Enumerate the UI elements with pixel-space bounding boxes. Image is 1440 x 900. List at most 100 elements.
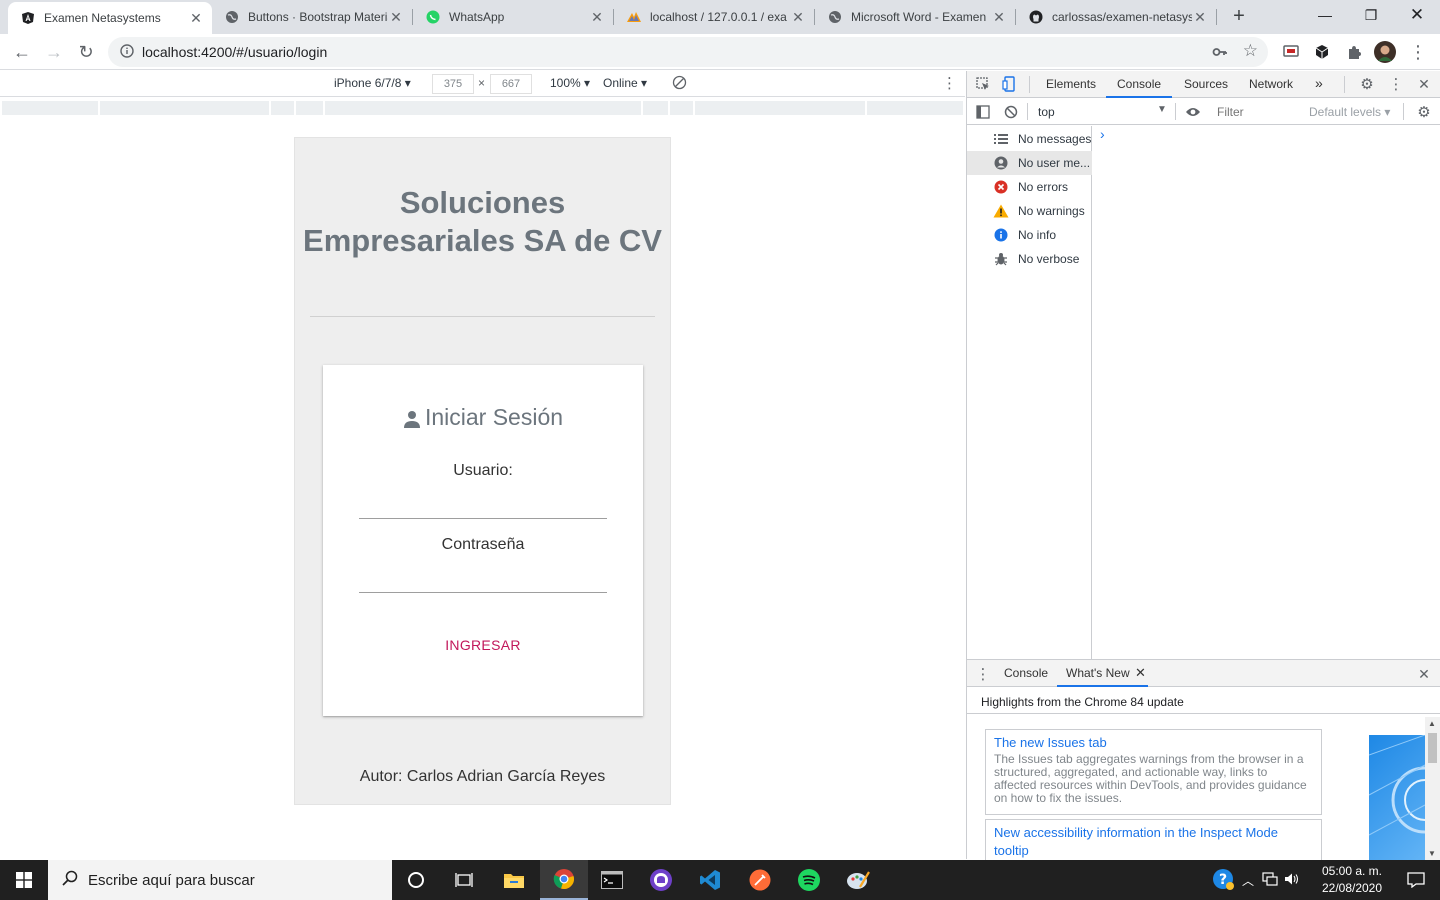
login-card: Iniciar Sesión Usuario: Contraseña INGRE… bbox=[323, 365, 643, 716]
extension-cube-icon[interactable] bbox=[1311, 41, 1333, 63]
tab-network[interactable]: Network bbox=[1249, 77, 1293, 91]
rotate-icon[interactable] bbox=[672, 75, 687, 93]
cast-icon[interactable] bbox=[1280, 41, 1302, 63]
device-mode-icon[interactable] bbox=[1001, 76, 1017, 92]
user-icon bbox=[992, 155, 1010, 171]
close-icon[interactable]: ✕ bbox=[589, 9, 605, 26]
sidebar-item-verbose[interactable]: No verbose bbox=[967, 247, 1092, 271]
user-input[interactable] bbox=[359, 491, 607, 519]
console-filter-input[interactable] bbox=[1217, 102, 1299, 122]
clear-console-icon[interactable] bbox=[1003, 104, 1019, 120]
chrome-icon[interactable] bbox=[540, 860, 588, 900]
sidebar-item-user-messages[interactable]: No user me... bbox=[967, 151, 1092, 175]
tab-github[interactable]: carlossas/examen-netasys ✕ bbox=[1016, 0, 1216, 34]
chevron-down-icon[interactable]: ▼ bbox=[1157, 104, 1167, 115]
console-prompt[interactable]: › bbox=[1100, 126, 1105, 142]
company-title: Soluciones Empresariales SA de CV bbox=[303, 185, 662, 258]
device-select[interactable]: iPhone 6/7/8 ▾ bbox=[334, 76, 411, 90]
close-icon[interactable]: ✕ bbox=[1135, 665, 1146, 681]
network-select[interactable]: Online ▾ bbox=[603, 76, 647, 90]
paint-icon[interactable] bbox=[834, 860, 882, 900]
tab-whatsapp[interactable]: WhatsApp ✕ bbox=[413, 0, 613, 34]
devtools-panel: Elements Console Sources Network » ⚙ ⋮ ✕… bbox=[966, 71, 1440, 869]
whats-new-card[interactable]: The new Issues tab The Issues tab aggreg… bbox=[985, 729, 1322, 815]
chevron-up-icon[interactable]: ︿ bbox=[1242, 872, 1254, 889]
spotify-icon[interactable] bbox=[785, 860, 833, 900]
cortana-icon[interactable] bbox=[392, 860, 440, 900]
login-panel: Soluciones Empresariales SA de CV Inicia… bbox=[294, 137, 671, 805]
divider bbox=[310, 316, 655, 317]
file-explorer-icon[interactable] bbox=[490, 860, 538, 900]
devtools-menu-icon[interactable]: ⋮ bbox=[1388, 76, 1404, 93]
back-icon[interactable]: ← bbox=[8, 38, 36, 66]
tab-buttons[interactable]: Buttons · Bootstrap Material ✕ bbox=[212, 0, 412, 34]
close-icon[interactable]: ✕ bbox=[188, 10, 204, 27]
devtools-close-icon[interactable]: ✕ bbox=[1416, 76, 1432, 92]
postman-icon[interactable] bbox=[736, 860, 784, 900]
device-height-input[interactable]: 667 bbox=[490, 74, 532, 94]
tab-examen[interactable]: Examen Netasystems ✕ bbox=[8, 2, 212, 34]
console-settings-icon[interactable]: ⚙ bbox=[1416, 104, 1432, 121]
sidebar-item-warnings[interactable]: No warnings bbox=[967, 199, 1092, 223]
task-view-icon[interactable] bbox=[440, 860, 488, 900]
help-icon[interactable]: ? bbox=[1212, 868, 1234, 893]
svg-text:?: ? bbox=[1219, 872, 1227, 888]
address-bar[interactable]: localhost:4200/#/usuario/login ☆ bbox=[108, 37, 1268, 67]
network-icon[interactable] bbox=[1262, 871, 1278, 889]
device-menu-icon[interactable]: ⋮ bbox=[942, 74, 957, 92]
close-icon[interactable]: ✕ bbox=[790, 9, 806, 26]
sidebar-item-errors[interactable]: No errors bbox=[967, 175, 1092, 199]
taskbar-search[interactable]: Escribe aquí para buscar bbox=[48, 860, 392, 900]
avatar[interactable] bbox=[1374, 41, 1396, 63]
drawer-scrollbar[interactable]: ▲ ▼ bbox=[1425, 717, 1440, 860]
menu-kebab-icon[interactable]: ⋮ bbox=[1407, 41, 1429, 63]
drawer-close-icon[interactable]: ✕ bbox=[1416, 666, 1432, 682]
forward-icon[interactable]: → bbox=[40, 38, 68, 66]
puzzle-icon[interactable] bbox=[1343, 41, 1365, 63]
sidebar-item-info[interactable]: No info bbox=[967, 223, 1092, 247]
inspect-icon[interactable] bbox=[975, 76, 991, 92]
levels-select[interactable]: Default levels ▾ bbox=[1309, 105, 1390, 119]
drawer-tab-whats-new[interactable]: What's New bbox=[1066, 666, 1130, 680]
eye-icon[interactable] bbox=[1185, 104, 1201, 120]
terminal-icon[interactable] bbox=[588, 860, 636, 900]
page-viewport: Soluciones Empresariales SA de CV Inicia… bbox=[0, 116, 965, 859]
minimize-icon[interactable]: — bbox=[1302, 0, 1348, 30]
tab-console[interactable]: Console bbox=[1117, 77, 1161, 91]
windows-start-icon[interactable] bbox=[0, 860, 48, 900]
tab-word[interactable]: Microsoft Word - Examen ✕ bbox=[815, 0, 1015, 34]
star-icon[interactable]: ☆ bbox=[1243, 41, 1258, 61]
context-select[interactable]: top bbox=[1038, 105, 1055, 119]
new-tab-button[interactable]: + bbox=[1228, 5, 1250, 27]
close-icon[interactable]: ✕ bbox=[388, 9, 404, 26]
more-tabs-icon[interactable]: » bbox=[1315, 75, 1323, 91]
drawer-tab-console[interactable]: Console bbox=[1004, 666, 1048, 680]
close-icon[interactable]: ✕ bbox=[1192, 9, 1208, 26]
card-description: The Issues tab aggregates warnings from … bbox=[994, 752, 1307, 805]
vscode-icon[interactable] bbox=[686, 860, 734, 900]
device-width-input[interactable]: 375 bbox=[432, 74, 474, 94]
sidebar-toggle-icon[interactable] bbox=[975, 104, 991, 120]
notifications-icon[interactable] bbox=[1392, 860, 1440, 900]
volume-icon[interactable] bbox=[1284, 872, 1300, 889]
media-query-bar bbox=[0, 99, 965, 115]
zoom-select[interactable]: 100% ▾ bbox=[550, 76, 590, 90]
reload-icon[interactable]: ↻ bbox=[72, 38, 100, 66]
tab-phpmyadmin[interactable]: localhost / 127.0.0.1 / exa ✕ bbox=[614, 0, 814, 34]
sidebar-item-messages[interactable]: No messages bbox=[967, 127, 1092, 151]
github-desktop-icon[interactable] bbox=[637, 860, 685, 900]
tab-sources[interactable]: Sources bbox=[1184, 77, 1228, 91]
close-icon[interactable]: ✕ bbox=[991, 9, 1007, 26]
password-input[interactable] bbox=[359, 565, 607, 593]
tab-elements[interactable]: Elements bbox=[1046, 77, 1096, 91]
info-icon[interactable] bbox=[120, 43, 134, 61]
key-icon[interactable] bbox=[1212, 44, 1228, 63]
console-sidebar: No messages No user me... No errors No w… bbox=[967, 126, 1092, 659]
taskbar-clock[interactable]: 05:00 a. m. 22/08/2020 bbox=[1310, 863, 1394, 897]
devtools-tabbar: Elements Console Sources Network » ⚙ ⋮ ✕ bbox=[967, 71, 1440, 98]
drawer-menu-icon[interactable]: ⋮ bbox=[975, 666, 991, 683]
window-close-icon[interactable]: ✕ bbox=[1394, 0, 1440, 30]
restore-icon[interactable]: ❐ bbox=[1348, 0, 1394, 30]
settings-gear-icon[interactable]: ⚙ bbox=[1359, 76, 1375, 93]
ingresar-button[interactable]: INGRESAR bbox=[423, 627, 543, 663]
